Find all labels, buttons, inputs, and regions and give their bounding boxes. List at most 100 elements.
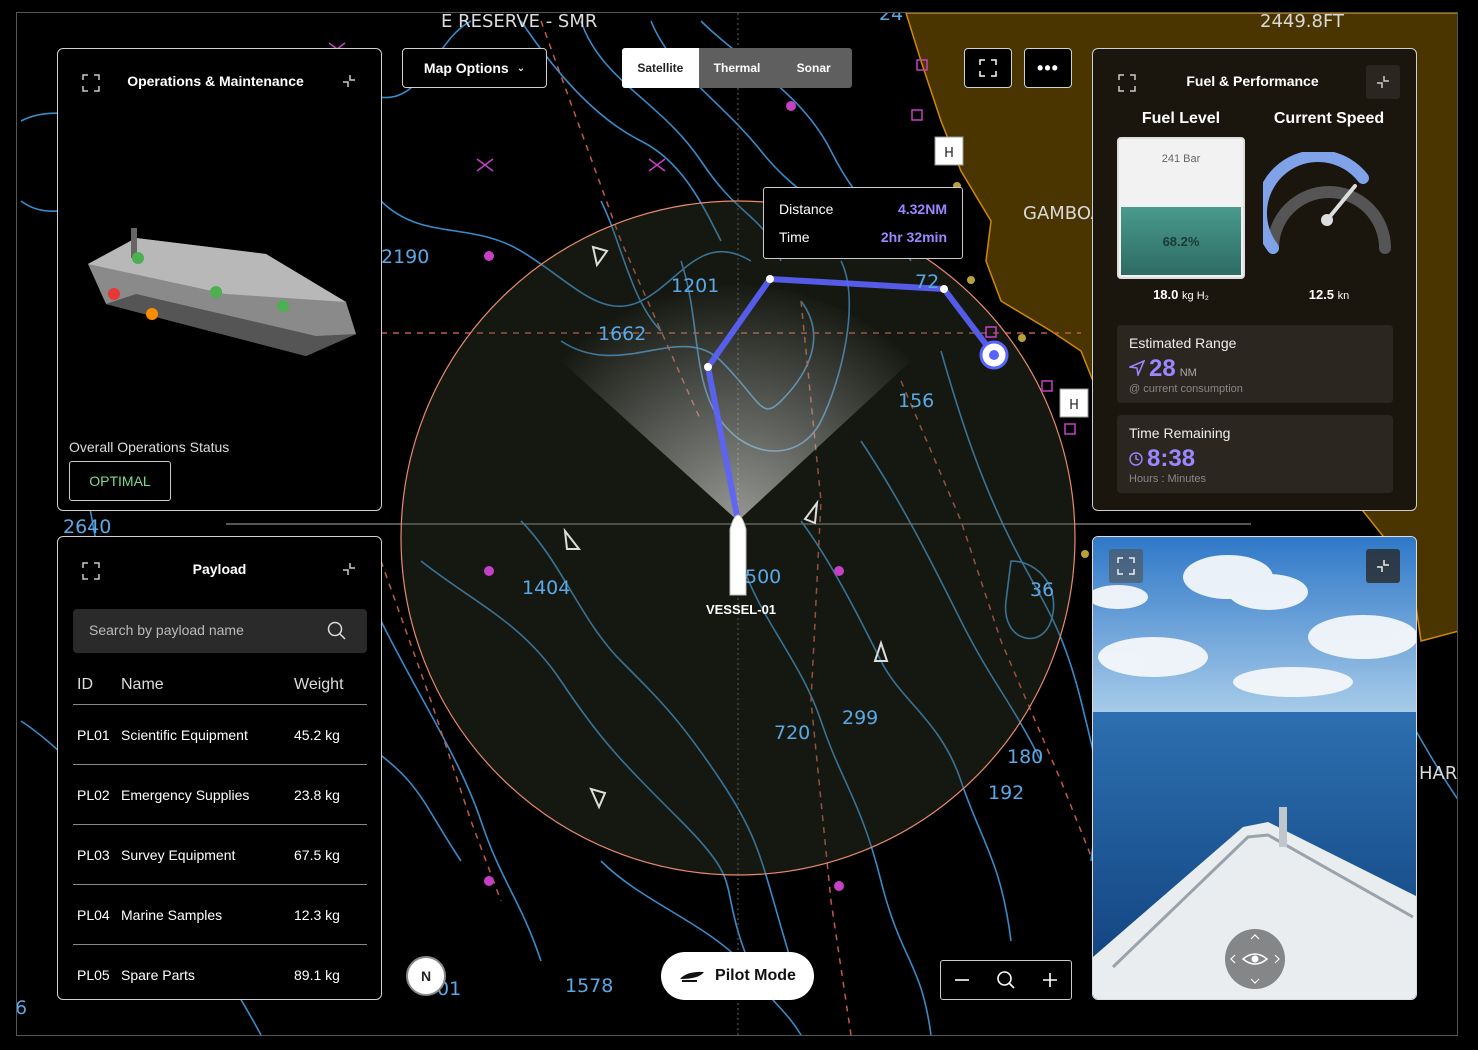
speedometer-gauge (1263, 152, 1391, 254)
map-mode-switcher: Satellite Thermal Sonar (622, 48, 852, 88)
depth-label: 1201 (671, 275, 720, 297)
zoom-controls (940, 960, 1072, 1000)
payload-id: PL05 (77, 967, 110, 983)
app-root: H H E RESERVE - SMR 2449.8FT GAMBOA HAR … (0, 0, 1478, 1050)
distance-value: 4.32NM (897, 201, 947, 217)
minimize-icon (1377, 560, 1389, 572)
svg-text:H: H (1069, 398, 1079, 413)
reserve-label: E RESERVE - SMR (441, 12, 598, 32)
table-row[interactable]: PL03 Survey Equipment 67.5 kg (73, 825, 367, 885)
collapse-panel-button[interactable] (1366, 65, 1400, 99)
payload-id: PL03 (77, 846, 110, 863)
column-header-id[interactable]: ID (73, 676, 121, 694)
status-dot-warning[interactable] (146, 308, 158, 320)
range-card: Estimated Range 28 NM @ current consumpt… (1117, 325, 1393, 403)
payload-id: PL04 (77, 906, 110, 923)
fuel-amount-unit: kg H₂ (1182, 290, 1209, 302)
fuel-amount: 18.0 kg H₂ (1117, 287, 1245, 302)
payload-weight: 12.3 kg (294, 906, 340, 923)
depth-label: 1404 (522, 577, 571, 599)
more-icon: ••• (1037, 57, 1059, 78)
depth-label: 36 (1030, 579, 1055, 601)
collapse-panel-button[interactable] (339, 71, 359, 91)
minimize-icon (343, 563, 355, 575)
range-unit: NM (1179, 367, 1197, 379)
pressure-value: 241 Bar (1161, 153, 1201, 165)
vessel-3d-model (88, 228, 356, 356)
range-label: Estimated Range (1129, 335, 1237, 351)
zoom-search-icon[interactable] (996, 970, 1016, 990)
more-options-button[interactable]: ••• (1024, 48, 1072, 88)
payload-weight: 23.8 kg (294, 786, 340, 803)
time-remaining-note: Hours : Minutes (1129, 473, 1207, 485)
fuel-percent: 68.2% (1162, 233, 1200, 249)
zoom-in-icon[interactable] (1041, 971, 1059, 989)
column-header-weight[interactable]: Weight (294, 676, 367, 694)
speed-readout: 12.5 kn (1263, 287, 1395, 302)
depth-label: 299 (842, 707, 879, 729)
fuel-tank-gauge: 241 Bar 68.2% (1117, 137, 1245, 279)
fuel-amount-value: 18.0 (1153, 287, 1179, 302)
vessel-icon[interactable] (729, 514, 747, 596)
status-dot-error[interactable] (108, 288, 120, 300)
waypoint (704, 363, 712, 371)
payload-name: Survey Equipment (121, 846, 236, 863)
tab-sonar[interactable]: Sonar (775, 48, 852, 88)
camera-pan-control[interactable] (1225, 929, 1285, 989)
tab-thermal[interactable]: Thermal (699, 48, 776, 88)
search-icon[interactable] (327, 621, 347, 641)
depth-label: 1662 (598, 323, 647, 345)
fuel-performance-panel: Fuel & Performance Fuel Level 241 Bar 68… (1092, 48, 1417, 511)
column-header-name[interactable]: Name (121, 676, 294, 694)
depth-label: 24 (879, 12, 904, 25)
speed-unit: kn (1337, 290, 1350, 302)
time-value: 2hr 32min (880, 229, 947, 245)
waypoint (940, 285, 948, 293)
range-value: 28 (1149, 355, 1176, 382)
status-dot-ok[interactable] (132, 252, 144, 264)
map-options-button[interactable]: Map Options ⌄ (402, 48, 547, 88)
camera-feed-panel (1092, 536, 1417, 1000)
navigation-icon (1129, 360, 1145, 376)
table-row[interactable]: PL04 Marine Samples 12.3 kg (73, 885, 367, 945)
pilot-mode-button[interactable]: Pilot Mode (661, 952, 814, 1000)
search-placeholder: Search by payload name (89, 622, 244, 638)
route-info-tooltip: Distance 4.32NM Time 2hr 32min (763, 187, 963, 259)
table-row[interactable]: PL02 Emergency Supplies 23.8 kg (73, 765, 367, 825)
vessel-label: VESSEL-01 (705, 602, 777, 617)
fuel-fill-bar: 68.2% (1121, 207, 1241, 275)
payload-search-input[interactable]: Search by payload name (73, 609, 367, 653)
depth-label: 1578 (565, 975, 614, 997)
payload-id: PL02 (77, 786, 110, 803)
tab-satellite[interactable]: Satellite (622, 48, 699, 88)
collapse-panel-button[interactable] (1366, 549, 1400, 583)
clock-icon (1129, 452, 1143, 466)
depth-label: 180 (1007, 746, 1044, 768)
payload-weight: 89.1 kg (294, 967, 340, 983)
table-row[interactable]: PL05 Spare Parts 89.1 kg (73, 945, 367, 1005)
payload-title: Payload (192, 561, 247, 577)
status-dot-ok[interactable] (277, 300, 289, 312)
time-remaining-value: 8:38 (1147, 445, 1196, 472)
table-row[interactable]: PL01 Scientific Equipment 45.2 kg (73, 705, 367, 765)
status-dot-ok[interactable] (210, 286, 222, 298)
compass-button[interactable]: N (406, 956, 446, 996)
expand-icon (1117, 557, 1135, 575)
speed-value: 12.5 (1308, 287, 1335, 302)
zoom-out-icon[interactable] (953, 971, 971, 989)
payload-name: Emergency Supplies (121, 786, 250, 803)
expand-icon (979, 59, 997, 77)
operations-panel: Operations & Maintenance Overall Operati… (57, 48, 382, 511)
fullscreen-button[interactable] (964, 48, 1012, 88)
table-header: ID Name Weight (73, 665, 367, 705)
expand-panel-button[interactable] (1109, 549, 1143, 583)
elevation-label: 2449.8FT (1260, 12, 1345, 32)
range-note: @ current consumption (1129, 383, 1243, 395)
eye-icon (1230, 934, 1280, 984)
speed-label: Current Speed (1273, 110, 1385, 127)
compass-north-label: N (420, 968, 432, 984)
har-label: HAR (1419, 763, 1458, 784)
depth-label: 2190 (381, 246, 430, 268)
collapse-panel-button[interactable] (339, 559, 359, 579)
payload-panel: Payload Search by payload name ID Name W… (57, 536, 382, 1000)
